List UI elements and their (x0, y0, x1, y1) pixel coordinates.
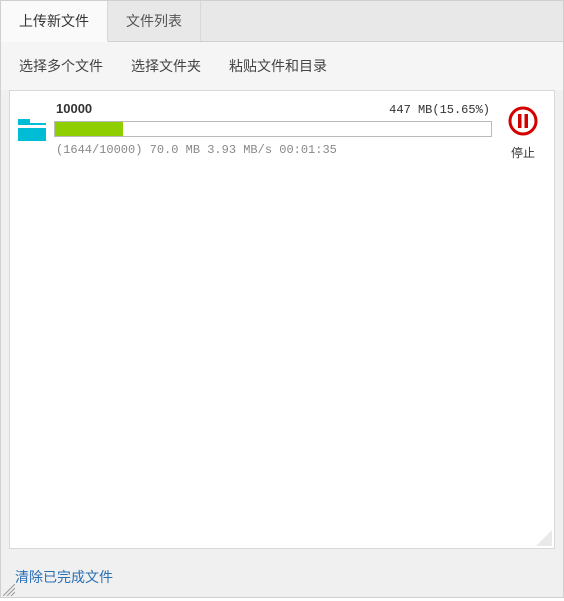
upload-size: 447 MB(15.65%) (389, 103, 490, 117)
pause-icon (507, 124, 539, 141)
tab-label: 文件列表 (126, 13, 182, 29)
scroll-corner-icon (536, 530, 552, 546)
tab-file-list[interactable]: 文件列表 (108, 1, 201, 41)
paste-files-button[interactable]: 粘贴文件和目录 (229, 56, 327, 76)
resize-grip-icon[interactable] (3, 583, 15, 595)
clear-completed-link[interactable]: 清除已完成文件 (15, 569, 113, 585)
upload-list: 10000 447 MB(15.65%) (1644/10000) 70.0 M… (9, 90, 555, 549)
toolbar: 选择多个文件 选择文件夹 粘贴文件和目录 (1, 42, 563, 90)
upload-name: 10000 (56, 101, 92, 116)
tab-bar: 上传新文件 文件列表 (1, 1, 563, 42)
progress-bar (54, 121, 492, 137)
upload-body: 10000 447 MB(15.65%) (1644/10000) 70.0 M… (54, 101, 492, 157)
folder-icon (18, 119, 46, 141)
stop-label: 停止 (500, 144, 546, 161)
select-multiple-files-button[interactable]: 选择多个文件 (19, 56, 103, 76)
progress-fill (55, 122, 123, 136)
tab-label: 上传新文件 (19, 13, 89, 29)
footer: 清除已完成文件 (1, 557, 563, 597)
select-folder-button[interactable]: 选择文件夹 (131, 56, 201, 76)
stop-button[interactable]: 停止 (500, 105, 546, 161)
upload-stats: (1644/10000) 70.0 MB 3.93 MB/s 00:01:35 (54, 143, 492, 157)
tab-upload-new[interactable]: 上传新文件 (1, 1, 108, 42)
upload-header: 10000 447 MB(15.65%) (54, 101, 492, 121)
upload-item: 10000 447 MB(15.65%) (1644/10000) 70.0 M… (18, 101, 546, 161)
upload-window: 上传新文件 文件列表 选择多个文件 选择文件夹 粘贴文件和目录 10000 44… (0, 0, 564, 598)
